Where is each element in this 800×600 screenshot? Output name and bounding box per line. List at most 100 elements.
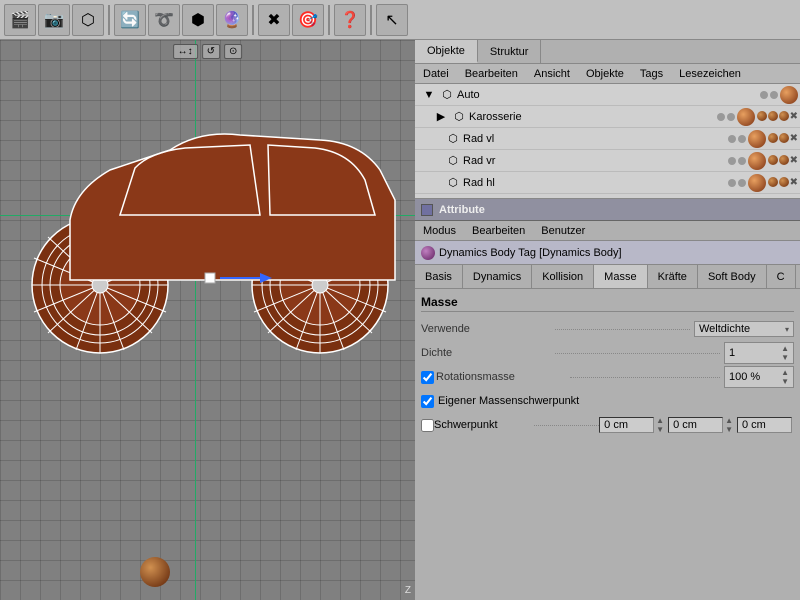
tag-icons: ✖ — [768, 177, 798, 188]
masse-title: Masse — [421, 293, 794, 312]
obj-menu-datei[interactable]: Datei — [419, 68, 453, 80]
coord-x-field[interactable]: 0 cm — [599, 417, 654, 433]
coord-y-field[interactable]: 0 cm — [668, 417, 723, 433]
list-item[interactable]: ▶ ⬡ Karosserie ✖ — [415, 106, 800, 128]
eigener-checkbox[interactable] — [421, 395, 434, 408]
attr-dots — [570, 377, 720, 378]
list-item[interactable]: ⬡ Rad hl ✖ — [415, 172, 800, 194]
attr-label-verwende: Verwende — [421, 323, 551, 335]
tag-sphere — [768, 177, 778, 187]
attr-row-rotationsmasse: Rotationsmasse 100 % ▲ ▼ — [421, 366, 794, 388]
tab-masse[interactable]: Masse — [594, 265, 647, 288]
toolbar-icon-loop[interactable]: ➰ — [148, 4, 180, 36]
spinner-down[interactable]: ▼ — [656, 425, 664, 434]
spinner-up[interactable]: ▲ — [781, 344, 789, 353]
attribute-tabs: Basis Dynamics Kollision Masse Kräfte So… — [415, 265, 800, 289]
toolbar-icon-hex[interactable]: ⬡ — [72, 4, 104, 36]
viewport-nav: ↔↕ ↺ ⊙ — [173, 44, 243, 59]
verwende-value: Weltdichte — [699, 323, 750, 335]
rotationsmasse-spinner[interactable]: 100 % ▲ ▼ — [724, 366, 794, 388]
list-item[interactable]: ⬡ Rad vl ✖ — [415, 128, 800, 150]
schwerpunkt-label: Schwerpunkt — [434, 419, 534, 431]
toolbar-icon-film[interactable]: 🎬 — [4, 4, 36, 36]
spinner-up[interactable]: ▲ — [781, 368, 789, 377]
toolbar-icon-sphere[interactable]: 🔮 — [216, 4, 248, 36]
main-layout: ↔↕ ↺ ⊙ — [0, 40, 800, 600]
schwerpunkt-checkbox[interactable] — [421, 419, 434, 432]
tag-icons: ✖ — [757, 111, 798, 122]
attr-label-rotationsmasse: Rotationsmasse — [436, 371, 566, 383]
eigener-label: Eigener Massenschwerpunkt — [438, 395, 579, 407]
viewport-nav-btn-zoom[interactable]: ⊙ — [224, 44, 242, 59]
tab-kollision[interactable]: Kollision — [532, 265, 594, 288]
spinner-up[interactable]: ▲ — [725, 416, 733, 425]
verwende-dropdown[interactable]: Weltdichte ▾ — [694, 321, 794, 337]
toolbar-icon-target[interactable]: 🎯 — [292, 4, 324, 36]
list-item[interactable]: ⬡ Rad vr ✖ — [415, 150, 800, 172]
obj-menu-tags[interactable]: Tags — [636, 68, 667, 80]
expand-icon: ▼ — [421, 87, 437, 103]
obj-material — [748, 152, 766, 170]
obj-type-icon: ⬡ — [445, 131, 461, 147]
attr-dots — [555, 353, 720, 354]
obj-dots — [728, 157, 746, 165]
spinner-down[interactable]: ▼ — [781, 377, 789, 386]
tab-objekte[interactable]: Objekte — [415, 40, 478, 63]
viewport-nav-btn-move[interactable]: ↔↕ — [173, 44, 198, 59]
tag-sphere-1 — [757, 111, 767, 121]
attribute-menubar: Modus Bearbeiten Benutzer — [415, 221, 800, 241]
list-item[interactable]: ▼ ⬡ Auto — [415, 84, 800, 106]
toolbar-icon-box[interactable]: 📷 — [38, 4, 70, 36]
tab-kraefte[interactable]: Kräfte — [648, 265, 698, 288]
dichte-spinner[interactable]: 1 ▲ ▼ — [724, 342, 794, 364]
attr-menu-bearbeiten[interactable]: Bearbeiten — [468, 225, 529, 237]
dot-2 — [738, 157, 746, 165]
attribute-header: Attribute — [415, 199, 800, 221]
toolbar-icon-poly[interactable]: ⬢ — [182, 4, 214, 36]
spinner-up[interactable]: ▲ — [656, 416, 664, 425]
coord-z-field[interactable]: 0 cm — [737, 417, 792, 433]
obj-menu-objekte[interactable]: Objekte — [582, 68, 628, 80]
attr-menu-benutzer[interactable]: Benutzer — [537, 225, 589, 237]
schwerpunkt-dots — [534, 425, 599, 426]
dropdown-arrow[interactable]: ▾ — [785, 325, 789, 334]
dot-vis — [760, 91, 768, 99]
toolbar-icon-cross[interactable]: ✖ — [258, 4, 290, 36]
rotationsmasse-checkbox[interactable] — [421, 371, 434, 384]
spinner-down[interactable]: ▼ — [781, 353, 789, 362]
dynamics-tag-title: Dynamics Body Tag [Dynamics Body] — [415, 241, 800, 265]
tab-basis[interactable]: Basis — [415, 265, 463, 288]
obj-dots — [760, 91, 778, 99]
dot-1 — [728, 157, 736, 165]
dichte-value: 1 — [729, 347, 735, 359]
tag-icons: ✖ — [768, 133, 798, 144]
spinner-down[interactable]: ▼ — [725, 425, 733, 434]
obj-menu-lesezeichen[interactable]: Lesezeichen — [675, 68, 745, 80]
tag-sphere — [779, 155, 789, 165]
tag-icons: ✖ — [768, 155, 798, 166]
obj-menu-ansicht[interactable]: Ansicht — [530, 68, 574, 80]
tag-sphere — [768, 155, 778, 165]
tag-cross: ✖ — [790, 111, 798, 122]
toolbar-icon-help[interactable]: ❓ — [334, 4, 366, 36]
viewport-nav-btn-rotate[interactable]: ↺ — [202, 44, 220, 59]
obj-material-icon — [780, 86, 798, 104]
attr-label-dichte: Dichte — [421, 347, 551, 359]
attr-row-dichte: Dichte 1 ▲ ▼ — [421, 342, 794, 364]
viewport[interactable]: ↔↕ ↺ ⊙ — [0, 40, 415, 600]
tab-struktur[interactable]: Struktur — [478, 40, 542, 63]
object-list: ▼ ⬡ Auto ▶ ⬡ Karosserie — [415, 84, 800, 199]
tab-softbody[interactable]: Soft Body — [698, 265, 767, 288]
obj-material — [748, 130, 766, 148]
obj-name: Rad vr — [463, 155, 728, 167]
tab-c[interactable]: C — [767, 265, 796, 288]
attr-menu-modus[interactable]: Modus — [419, 225, 460, 237]
toolbar-icon-rotate[interactable]: 🔄 — [114, 4, 146, 36]
tab-dynamics[interactable]: Dynamics — [463, 265, 532, 288]
obj-type-icon: ⬡ — [445, 175, 461, 191]
top-toolbar: 🎬 📷 ⬡ 🔄 ➰ ⬢ 🔮 ✖ 🎯 ❓ ↖ — [0, 0, 800, 40]
toolbar-icon-arrow[interactable]: ↖ — [376, 4, 408, 36]
obj-menu-bearbeiten[interactable]: Bearbeiten — [461, 68, 522, 80]
obj-name: Rad vl — [463, 133, 728, 145]
dot-2 — [738, 135, 746, 143]
